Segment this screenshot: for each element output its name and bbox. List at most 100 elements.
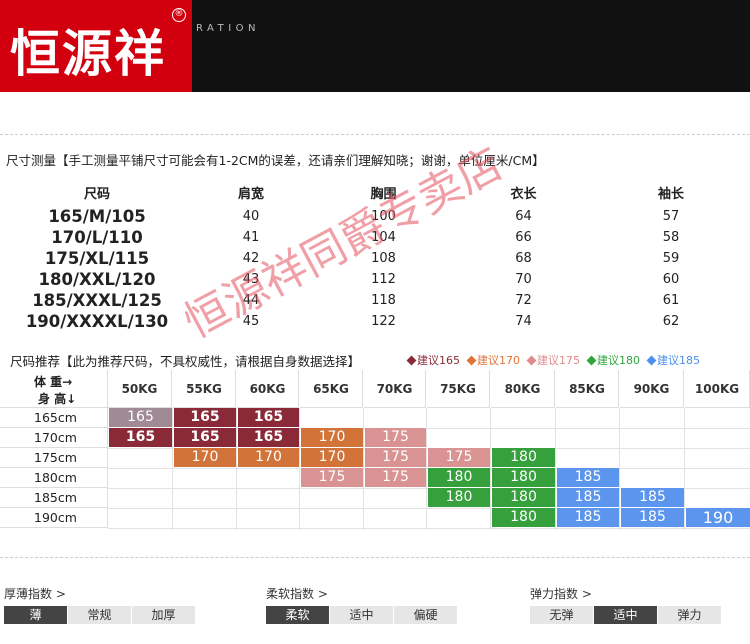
height-header: 175cm <box>0 448 108 468</box>
measure-value: 122 <box>371 314 396 329</box>
size-label: 170/L/110 <box>51 228 143 247</box>
legend-label: 建议165 <box>417 354 460 367</box>
measure-value: 72 <box>515 293 532 308</box>
measure-value: 41 <box>242 230 260 245</box>
recommend-legend: 建议165 建议170 建议175 建议180 建议185 <box>406 352 700 368</box>
measure-row: 170/L/110 41 104 66 58 <box>8 227 746 248</box>
measure-header-row: 尺码 肩宽 胸围 衣长 袖长 <box>8 178 746 206</box>
legend-item: 建议180 <box>586 352 640 368</box>
measure-value: 42 <box>242 251 260 266</box>
legend-label: 建议175 <box>537 354 580 367</box>
recommend-cell: 175 <box>365 468 426 487</box>
header-tagline: RATION <box>196 23 261 34</box>
height-header: 170cm <box>0 428 108 448</box>
corner-height-label: 身 高↓ <box>38 392 77 406</box>
measure-value: 62 <box>662 314 680 329</box>
index-title: 厚薄指数 > <box>4 587 66 601</box>
size-recommend-grid: 体 重→ 身 高↓ 50KG 55KG 60KG 65KG 70KG 75KG 80KG 85… <box>0 370 750 530</box>
measure-header: 衣长 <box>510 186 537 202</box>
weight-header: 75KG <box>427 370 490 408</box>
index-option: 柔软 <box>266 606 330 624</box>
legend-label: 建议170 <box>477 354 520 367</box>
weight-header: 70KG <box>364 370 426 408</box>
measure-value: 118 <box>371 293 396 308</box>
recommend-cell: 180 <box>492 468 555 487</box>
weight-header: 55KG <box>173 370 236 408</box>
index-option: 偏硬 <box>394 606 458 624</box>
grid-line <box>299 408 300 530</box>
measure-title: 尺寸测量【手工测量平铺尺寸可能会有1-2CM的误差，还请亲们理解知晓；谢谢，单位… <box>6 153 545 168</box>
legend-swatch-icon <box>646 355 657 365</box>
recommend-cell: 180 <box>428 468 490 487</box>
recommend-cell: 165 <box>238 408 299 427</box>
measure-value: 108 <box>371 251 396 266</box>
recommend-cell: 165 <box>109 408 172 427</box>
measure-value: 68 <box>515 251 532 266</box>
recommend-cell: 165 <box>109 428 172 447</box>
index-title: 柔软指数 > <box>266 587 328 601</box>
grid-line <box>490 408 491 530</box>
height-header: 180cm <box>0 468 108 488</box>
measure-value: 40 <box>242 209 260 224</box>
measure-row: 185/XXXL/125 44 118 72 61 <box>8 290 746 311</box>
measure-header: 胸围 <box>370 186 397 202</box>
measure-value: 45 <box>242 314 260 329</box>
measure-value: 74 <box>515 314 532 329</box>
measure-row: 165/M/105 40 100 64 57 <box>8 206 746 227</box>
recommend-cell: 180 <box>428 488 490 507</box>
recommend-cell: 180 <box>492 508 555 527</box>
recommend-cell: 165 <box>238 428 299 447</box>
index-scale: 柔软 适中 偏硬 <box>266 606 458 624</box>
legend-swatch-icon <box>586 355 597 365</box>
measure-value: 59 <box>662 251 680 266</box>
weight-header: 85KG <box>556 370 619 408</box>
measure-row: 180/XXL/120 43 112 70 60 <box>8 269 746 290</box>
index-scale: 薄常规 加厚 <box>4 606 196 624</box>
grid-corner: 体 重→ 身 高↓ <box>0 370 108 408</box>
index-option: 适中 <box>330 606 394 624</box>
recommend-cell: 170 <box>301 428 363 447</box>
recommend-cell: 175 <box>428 448 490 467</box>
grid-line <box>236 408 237 530</box>
weight-header: 50KG <box>108 370 172 408</box>
size-label: 185/XXXL/125 <box>32 291 162 310</box>
recommend-cell: 165 <box>174 408 236 427</box>
recommend-cell: 165 <box>174 428 236 447</box>
measure-value: 61 <box>662 293 680 308</box>
index-title: 弹力指数 > <box>530 587 592 601</box>
size-label: 180/XXL/120 <box>38 270 156 289</box>
recommend-cell: 170 <box>174 448 236 467</box>
measure-value: 44 <box>242 293 260 308</box>
grid-line <box>684 408 685 530</box>
legend-swatch-icon <box>406 355 417 365</box>
index-scale: 无弹 适中 弹力 <box>530 606 722 624</box>
legend-label: 建议180 <box>597 354 640 367</box>
weight-header: 60KG <box>237 370 299 408</box>
recommend-title: 尺码推荐【此为推荐尺码，不具权威性，请根据自身数据选择】 <box>10 354 361 369</box>
measure-value: 60 <box>662 272 680 287</box>
size-label: 175/XL/115 <box>44 249 150 268</box>
recommend-cell: 175 <box>365 448 426 467</box>
grid-line <box>108 528 750 529</box>
index-option: 弹力 <box>658 606 722 624</box>
recommend-cell: 190 <box>686 508 750 527</box>
grid-line <box>555 408 556 530</box>
recommend-cell: 185 <box>557 508 619 527</box>
divider <box>0 557 750 558</box>
recommend-cell: 185 <box>557 488 619 507</box>
index-option: 适中 <box>594 606 658 624</box>
weight-header: 100KG <box>685 370 750 408</box>
measure-value: 104 <box>371 230 396 245</box>
measure-value: 43 <box>242 272 260 287</box>
measure-value: 57 <box>662 209 680 224</box>
measure-row: 175/XL/115 42 108 68 59 <box>8 248 746 269</box>
measure-value: 64 <box>515 209 532 224</box>
recommend-cell: 175 <box>365 428 426 447</box>
grid-line <box>363 408 364 530</box>
corner-weight-label: 体 重→ <box>34 375 73 389</box>
registered-mark-icon: ® <box>172 8 186 22</box>
weight-header: 80KG <box>491 370 555 408</box>
measure-value: 112 <box>371 272 396 287</box>
weight-header: 65KG <box>300 370 363 408</box>
legend-item: 建议170 <box>466 352 520 368</box>
